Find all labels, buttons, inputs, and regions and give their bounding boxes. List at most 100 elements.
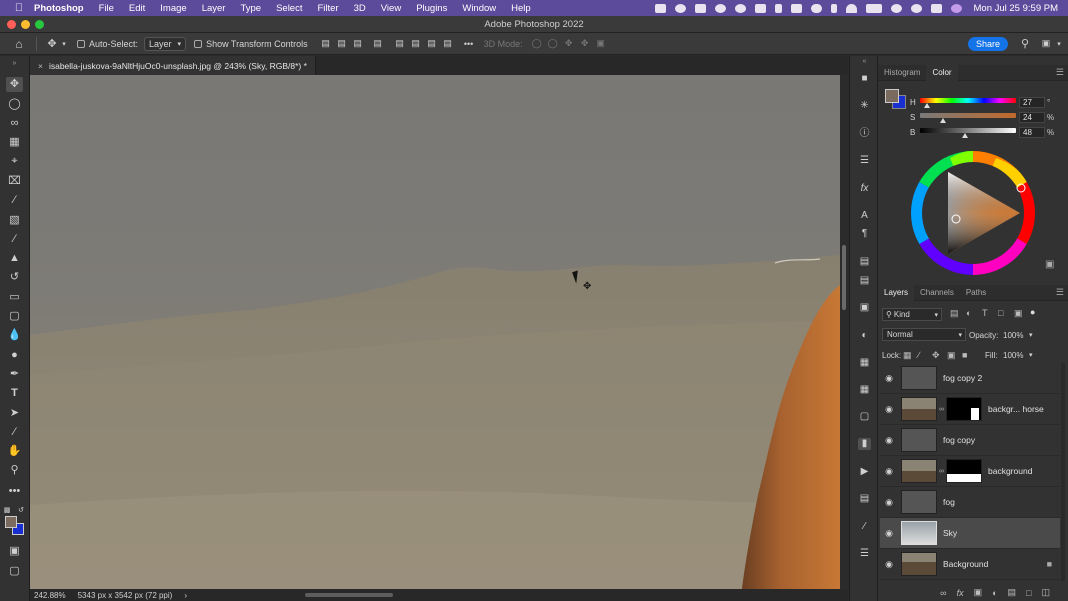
quick-mask-icon[interactable]: ▣ bbox=[6, 544, 23, 559]
home-icon[interactable]: ⌂ bbox=[10, 37, 28, 51]
swap-colors-icon[interactable]: ↺ bbox=[16, 503, 26, 518]
chevron-right-icon[interactable]: › bbox=[184, 591, 187, 600]
align-middle-icon[interactable]: ▤ bbox=[408, 38, 424, 49]
extension-icon[interactable] bbox=[734, 3, 746, 13]
menu-file[interactable]: File bbox=[99, 3, 114, 14]
properties-icon[interactable]: ▤ bbox=[858, 275, 871, 287]
blend-mode-dropdown[interactable]: Normal ▾ bbox=[882, 328, 966, 341]
workspace-icon[interactable]: ▣ bbox=[1038, 38, 1054, 49]
link-icon[interactable]: ∞ bbox=[939, 468, 944, 475]
lock-position-icon[interactable]: ✥ bbox=[932, 350, 940, 361]
more-options-icon[interactable]: ••• bbox=[460, 39, 478, 49]
layer-row[interactable]: ◉ Background ■ bbox=[880, 549, 1060, 580]
menu-app-name[interactable]: Photoshop bbox=[34, 3, 84, 14]
healing-brush-tool-icon[interactable]: ▧ bbox=[6, 213, 23, 228]
share-button[interactable]: Share bbox=[967, 36, 1008, 51]
vertical-scrollbar[interactable] bbox=[840, 75, 848, 589]
gradients-icon[interactable]: ▢ bbox=[858, 411, 871, 423]
clock[interactable]: Mon Jul 25 9:59 PM bbox=[974, 3, 1059, 14]
crop-tool-icon[interactable]: ⌖ bbox=[6, 154, 23, 169]
line-tool-icon[interactable]: ∕ bbox=[6, 425, 23, 440]
clone-stamp-tool-icon[interactable]: ▲ bbox=[6, 251, 23, 266]
menu-image[interactable]: Image bbox=[160, 3, 186, 14]
bookmark-icon[interactable] bbox=[774, 3, 782, 13]
zoom-tool-icon[interactable]: ⚲ bbox=[6, 463, 23, 478]
filter-smart-object-icon[interactable]: ▣ bbox=[1014, 308, 1023, 319]
s-value-field[interactable]: 24 bbox=[1019, 112, 1045, 123]
chevron-down-icon[interactable]: ▾ bbox=[59, 40, 69, 48]
libraries-icon[interactable]: ▤ bbox=[858, 256, 871, 268]
align-right-icon[interactable]: ▤ bbox=[350, 38, 366, 49]
tab-channels[interactable]: Channels bbox=[914, 285, 960, 301]
layer-comps-icon[interactable]: ▣ bbox=[858, 302, 871, 314]
lock-transparent-icon[interactable]: ▦ bbox=[903, 350, 912, 361]
delete-layer-icon[interactable]: ◫ bbox=[1041, 587, 1050, 598]
distribute-icon[interactable]: ▤ bbox=[370, 38, 386, 49]
path-selection-tool-icon[interactable]: ➤ bbox=[6, 406, 23, 421]
brushes-icon[interactable]: ∕ bbox=[858, 521, 871, 533]
layer-name[interactable]: background bbox=[988, 466, 1032, 476]
layer-name[interactable]: fog copy bbox=[943, 435, 975, 445]
menu-edit[interactable]: Edit bbox=[129, 3, 145, 14]
screen-record-icon[interactable] bbox=[654, 3, 666, 13]
menu-layer[interactable]: Layer bbox=[202, 3, 226, 14]
opacity-value[interactable]: 100% bbox=[1003, 331, 1023, 340]
auto-select-checkbox[interactable] bbox=[77, 39, 85, 48]
globe-icon[interactable] bbox=[714, 3, 726, 13]
dropbox-icon[interactable] bbox=[694, 3, 706, 13]
align-center-icon[interactable]: ▤ bbox=[334, 38, 350, 49]
brightness-slider[interactable] bbox=[920, 128, 1016, 133]
tab-color[interactable]: Color bbox=[926, 64, 958, 81]
wifi-icon[interactable] bbox=[845, 3, 857, 13]
saturation-slider[interactable] bbox=[920, 113, 1016, 118]
frame-tool-icon[interactable]: ⌧ bbox=[6, 174, 23, 189]
layer-name[interactable]: backgr... horse bbox=[988, 404, 1044, 414]
foreground-color-swatch[interactable] bbox=[5, 516, 17, 528]
link-icon[interactable]: ∞ bbox=[939, 406, 944, 413]
layer-filter-dropdown[interactable]: ⚲ Kind ▾ bbox=[882, 308, 942, 321]
menu-plugins[interactable]: Plugins bbox=[416, 3, 447, 14]
filter-shape-icon[interactable]: □ bbox=[998, 308, 1003, 318]
panel-menu-icon[interactable]: ☰ bbox=[1056, 67, 1064, 78]
fill-value[interactable]: 100% bbox=[1003, 351, 1023, 360]
3d-slide-icon[interactable]: ✥ bbox=[577, 38, 593, 49]
zoom-level[interactable]: 242.88% bbox=[34, 591, 66, 600]
chevron-down-icon[interactable]: ▾ bbox=[1029, 351, 1033, 359]
chevron-down-icon[interactable]: ▾ bbox=[1029, 331, 1033, 339]
cloud-icon[interactable] bbox=[810, 3, 822, 13]
layer-mask-thumbnail[interactable] bbox=[946, 459, 982, 483]
horizontal-scroll-thumb[interactable] bbox=[305, 593, 393, 597]
eye-icon[interactable]: ◉ bbox=[880, 497, 898, 508]
spotlight-search-icon[interactable] bbox=[910, 3, 922, 13]
b-value-field[interactable]: 48 bbox=[1019, 127, 1045, 138]
more-tools-icon[interactable]: ••• bbox=[6, 484, 23, 499]
distribute-vertical-icon[interactable]: ▤ bbox=[440, 38, 456, 49]
new-layer-icon[interactable]: □ bbox=[1026, 588, 1031, 598]
color-icon[interactable]: ◐ bbox=[858, 330, 871, 342]
3d-roll-icon[interactable]: ◯ bbox=[545, 38, 561, 49]
add-swatch-icon[interactable]: ▣ bbox=[1045, 259, 1054, 270]
filter-type-icon[interactable]: T bbox=[982, 308, 988, 318]
collapse-panels-icon[interactable]: « bbox=[858, 56, 871, 68]
tab-layers[interactable]: Layers bbox=[878, 284, 915, 301]
siri-icon[interactable] bbox=[950, 3, 962, 13]
battery-icon[interactable] bbox=[865, 3, 882, 13]
fg-color-chip[interactable] bbox=[885, 89, 899, 103]
layer-name[interactable]: fog bbox=[943, 497, 955, 507]
layer-row[interactable]: ◉ fog copy bbox=[880, 425, 1060, 456]
eye-icon[interactable]: ◉ bbox=[880, 466, 898, 477]
layer-row[interactable]: ◉ ∞ backgr... horse bbox=[880, 394, 1060, 425]
eyedropper-tool-icon[interactable]: ∕ bbox=[6, 193, 23, 208]
type-tool-icon[interactable]: T bbox=[6, 386, 23, 401]
transform-controls-checkbox[interactable] bbox=[194, 39, 203, 48]
history-brush-tool-icon[interactable]: ↺ bbox=[6, 270, 23, 285]
eye-icon[interactable]: ◉ bbox=[880, 528, 898, 539]
layer-row[interactable]: ◉ fog bbox=[880, 487, 1060, 518]
control-center-icon[interactable] bbox=[930, 3, 942, 13]
collapse-toolbar-icon[interactable]: » bbox=[6, 56, 23, 71]
navigator-icon[interactable]: ✳ bbox=[858, 100, 871, 112]
eye-icon[interactable]: ◉ bbox=[880, 435, 898, 446]
comments-icon[interactable]: ■ bbox=[858, 73, 871, 85]
layer-style-icon[interactable]: fx bbox=[957, 588, 964, 598]
layer-mask-thumbnail[interactable] bbox=[946, 397, 982, 421]
